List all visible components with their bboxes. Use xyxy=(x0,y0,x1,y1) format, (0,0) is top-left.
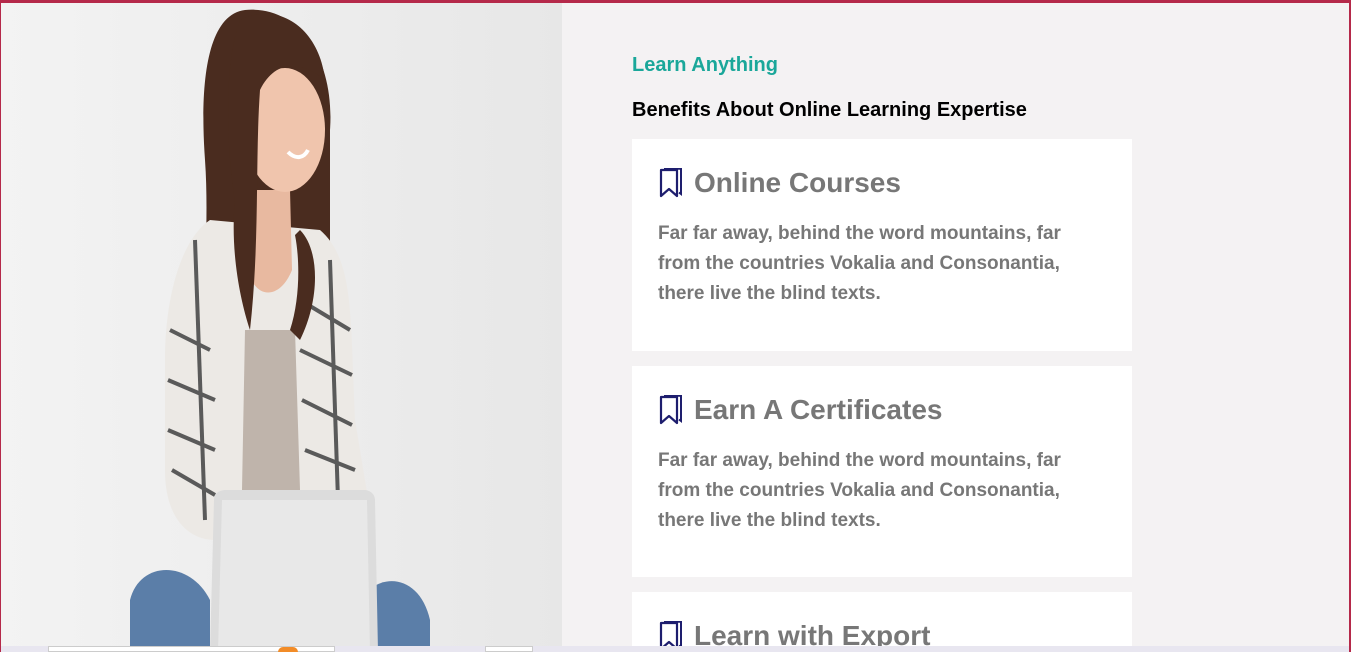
section-heading: Benefits About Online Learning Expertise xyxy=(632,99,1027,121)
card-title: Earn A Certificates xyxy=(694,394,943,425)
woman-with-laptop-illustration xyxy=(130,9,430,652)
hero-image-student-with-laptop xyxy=(0,0,562,652)
benefit-card-online-courses: Online Courses Far far away, behind the … xyxy=(632,139,1132,351)
card-title: Online Courses xyxy=(694,167,901,198)
bookmark-icon xyxy=(659,168,682,198)
app-indicator-icon xyxy=(278,647,298,652)
card-text: Far far away, behind the word mountains,… xyxy=(658,223,1061,304)
section-eyebrow: Learn Anything xyxy=(632,54,778,76)
card-text: Far far away, behind the word mountains,… xyxy=(658,450,1061,531)
benefit-card-learn-with-export: Learn with Export xyxy=(632,592,1132,652)
benefit-card-earn-certificates: Earn A Certificates Far far away, behind… xyxy=(632,366,1132,577)
taskbar-item[interactable] xyxy=(485,646,533,652)
bookmark-icon xyxy=(659,395,682,425)
